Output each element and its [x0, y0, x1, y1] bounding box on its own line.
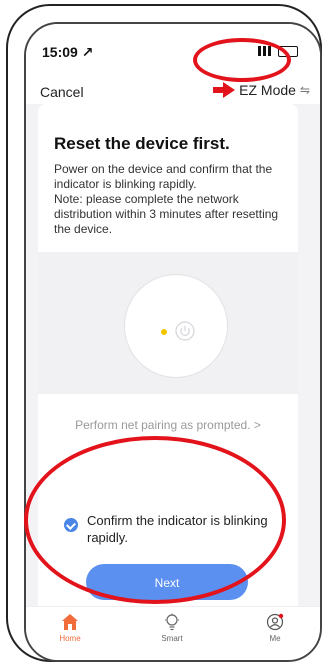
power-button-icon: [175, 321, 195, 341]
tab-smart-label: Smart: [161, 634, 183, 643]
red-arrow-icon: [213, 82, 236, 98]
ez-mode-switch[interactable]: EZ Mode ⇋: [213, 82, 310, 98]
home-icon: [62, 614, 78, 630]
tab-me[interactable]: Me: [245, 613, 305, 643]
cancel-button[interactable]: Cancel: [40, 84, 84, 100]
indicator-light-icon: [161, 329, 167, 335]
switch-mode-icon: ⇋: [299, 83, 310, 97]
status-time: 15:09 ↗: [42, 44, 94, 60]
ez-mode-highlight-circle: [193, 38, 291, 82]
tab-bar: Home Smart Me: [26, 606, 320, 660]
tab-home[interactable]: Home: [40, 613, 100, 643]
device-image: [124, 274, 228, 378]
page-title: Reset the device first.: [54, 134, 230, 153]
ez-mode-label: EZ Mode: [239, 82, 296, 98]
tab-me-label: Me: [269, 634, 281, 643]
device-illustration: [38, 252, 298, 394]
net-pairing-hint-link[interactable]: Perform net pairing as prompted. >: [38, 418, 298, 432]
tab-home-label: Home: [59, 634, 81, 643]
tab-smart[interactable]: Smart: [142, 613, 202, 643]
me-icon: [266, 613, 284, 631]
smart-icon: [165, 613, 179, 631]
reset-instructions: Power on the device and confirm that the…: [54, 162, 279, 236]
confirm-highlight-circle: [24, 436, 286, 604]
